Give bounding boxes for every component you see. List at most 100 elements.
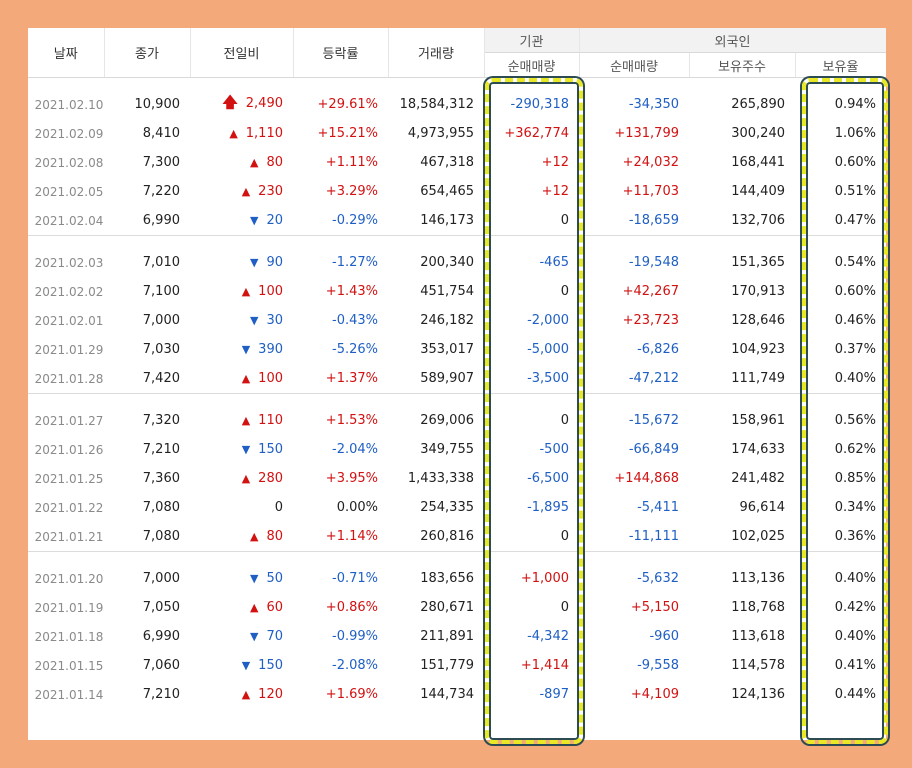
daily-trading-table: 날짜 종가 전일비 등락률 거래량 기관 외국인 순매매량 순매매량 보유주수 … xyxy=(28,28,886,709)
cell-diff: ▲ 110 xyxy=(190,394,293,435)
cell-date: 2021.02.01 xyxy=(34,313,104,328)
cell-rate: +1.11% xyxy=(325,155,378,170)
cell-rate: +1.14% xyxy=(325,529,378,544)
cell-foreign-net: +42,267 xyxy=(622,284,679,299)
cell-volume: 260,816 xyxy=(420,529,474,544)
cell-volume: 467,318 xyxy=(420,155,474,170)
cell-diff-value: 50 xyxy=(266,571,283,586)
cell-diff: ▲ 230 xyxy=(190,177,293,206)
cell-close: 7,320 xyxy=(142,413,180,428)
table-row: 2021.01.26 7,210 ▼ 150 -2.04% 349,755 -500 -66,… xyxy=(28,435,886,464)
cell-foreign-net: -6,826 xyxy=(637,342,679,357)
header-foreign-ratio[interactable]: 보유율 xyxy=(795,52,886,78)
table-row: 2021.02.08 7,300 ▲ 80 +1.11% 467,318 +12 +24,03… xyxy=(28,148,886,177)
cell-rate: +3.95% xyxy=(325,471,378,486)
cell-close: 6,990 xyxy=(142,629,180,644)
table-row: 2021.02.03 7,010 ▼ 90 -1.27% 200,340 -465 -19,5… xyxy=(28,236,886,277)
cell-close: 6,990 xyxy=(142,213,180,228)
header-volume[interactable]: 거래량 xyxy=(388,28,485,78)
cell-foreign-net: -18,659 xyxy=(628,213,679,228)
up-triangle-icon: ▲ xyxy=(249,530,259,543)
up-triangle-icon: ▲ xyxy=(241,414,251,427)
down-triangle-icon: ▼ xyxy=(241,343,251,356)
table-row: 2021.01.18 6,990 ▼ 70 -0.99% 211,891 -4,342 -96… xyxy=(28,622,886,651)
cell-date: 2021.01.19 xyxy=(34,600,104,615)
cell-diff-value: 90 xyxy=(266,255,283,270)
header-institution-net[interactable]: 순매매량 xyxy=(484,52,580,78)
cell-date: 2021.01.26 xyxy=(34,442,104,457)
cell-volume: 144,734 xyxy=(420,687,474,702)
cell-foreign-net: -5,411 xyxy=(637,500,679,515)
cell-foreign-net: +23,723 xyxy=(622,313,679,328)
cell-rate: +15.21% xyxy=(317,126,378,141)
cell-foreign-net: -5,632 xyxy=(637,571,679,586)
cell-close: 7,010 xyxy=(142,255,180,270)
cell-foreign-net: -66,849 xyxy=(628,442,679,457)
cell-foreign-holdings: 102,025 xyxy=(731,529,785,544)
cell-foreign-holdings: 300,240 xyxy=(731,126,785,141)
cell-foreign-holdings: 124,136 xyxy=(731,687,785,702)
cell-diff-value: 390 xyxy=(258,342,283,357)
header-diff[interactable]: 전일비 xyxy=(190,28,294,78)
cell-date: 2021.02.02 xyxy=(34,284,104,299)
table-row: 2021.02.02 7,100 ▲ 100 +1.43% 451,754 0 +42,267… xyxy=(28,277,886,306)
cell-rate: +0.86% xyxy=(325,600,378,615)
cell-volume: 254,335 xyxy=(420,500,474,515)
cell-volume: 183,656 xyxy=(420,571,474,586)
cell-close: 7,060 xyxy=(142,658,180,673)
institution-column-highlight xyxy=(485,78,583,744)
cell-date: 2021.02.04 xyxy=(34,213,104,228)
header-foreign-net[interactable]: 순매매량 xyxy=(579,52,690,78)
cell-foreign-holdings: 168,441 xyxy=(731,155,785,170)
ratio-column-highlight xyxy=(802,78,888,744)
cell-foreign-holdings: 151,365 xyxy=(731,255,785,270)
cell-diff: ▼ 390 xyxy=(190,335,293,364)
cell-date: 2021.01.21 xyxy=(34,529,104,544)
up-triangle-icon: ▲ xyxy=(249,601,259,614)
cell-foreign-holdings: 104,923 xyxy=(731,342,785,357)
cell-close: 7,220 xyxy=(142,184,180,199)
cell-foreign-holdings: 158,961 xyxy=(731,413,785,428)
cell-volume: 151,779 xyxy=(420,658,474,673)
up-triangle-icon: ▲ xyxy=(241,472,251,485)
cell-diff-value: 100 xyxy=(258,371,283,386)
down-triangle-icon: ▼ xyxy=(249,572,259,585)
cell-volume: 280,671 xyxy=(420,600,474,615)
cell-foreign-holdings: 174,633 xyxy=(731,442,785,457)
up-triangle-icon: ▲ xyxy=(241,185,251,198)
cell-diff-value: 60 xyxy=(266,600,283,615)
cell-close: 7,080 xyxy=(142,529,180,544)
cell-close: 7,420 xyxy=(142,371,180,386)
table-row: 2021.02.05 7,220 ▲ 230 +3.29% 654,465 +12 +11,7… xyxy=(28,177,886,206)
cell-foreign-holdings: 113,618 xyxy=(731,629,785,644)
cell-diff-value: 2,490 xyxy=(245,96,283,111)
cell-foreign-net: +131,799 xyxy=(614,126,679,141)
cell-date: 2021.02.09 xyxy=(34,126,104,141)
cell-volume: 200,340 xyxy=(420,255,474,270)
cell-diff: ▼ 70 xyxy=(190,622,293,651)
down-triangle-icon: ▼ xyxy=(249,630,259,643)
up-triangle-icon: ▲ xyxy=(241,285,251,298)
header-foreign-holdings[interactable]: 보유주수 xyxy=(689,52,796,78)
table-header: 날짜 종가 전일비 등락률 거래량 기관 외국인 순매매량 순매매량 보유주수 … xyxy=(28,28,886,78)
cell-date: 2021.02.10 xyxy=(34,97,104,112)
cell-foreign-holdings: 241,482 xyxy=(731,471,785,486)
up-triangle-icon: ▲ xyxy=(249,156,259,169)
cell-date: 2021.01.22 xyxy=(34,500,104,515)
cell-rate: -2.08% xyxy=(332,658,378,673)
down-triangle-icon: ▼ xyxy=(249,214,259,227)
cell-foreign-holdings: 144,409 xyxy=(731,184,785,199)
up-triangle-icon: ▲ xyxy=(241,372,251,385)
cell-foreign-holdings: 113,136 xyxy=(731,571,785,586)
cell-date: 2021.01.15 xyxy=(34,658,104,673)
cell-rate: -5.26% xyxy=(332,342,378,357)
header-close[interactable]: 종가 xyxy=(104,28,191,78)
cell-volume: 353,017 xyxy=(420,342,474,357)
header-date[interactable]: 날짜 xyxy=(28,28,105,78)
cell-close: 7,080 xyxy=(142,500,180,515)
header-rate[interactable]: 등락률 xyxy=(293,28,389,78)
cell-close: 7,050 xyxy=(142,600,180,615)
cell-diff: ▼ 20 xyxy=(190,206,293,236)
cell-date: 2021.01.28 xyxy=(34,371,104,386)
cell-rate: +1.53% xyxy=(325,413,378,428)
